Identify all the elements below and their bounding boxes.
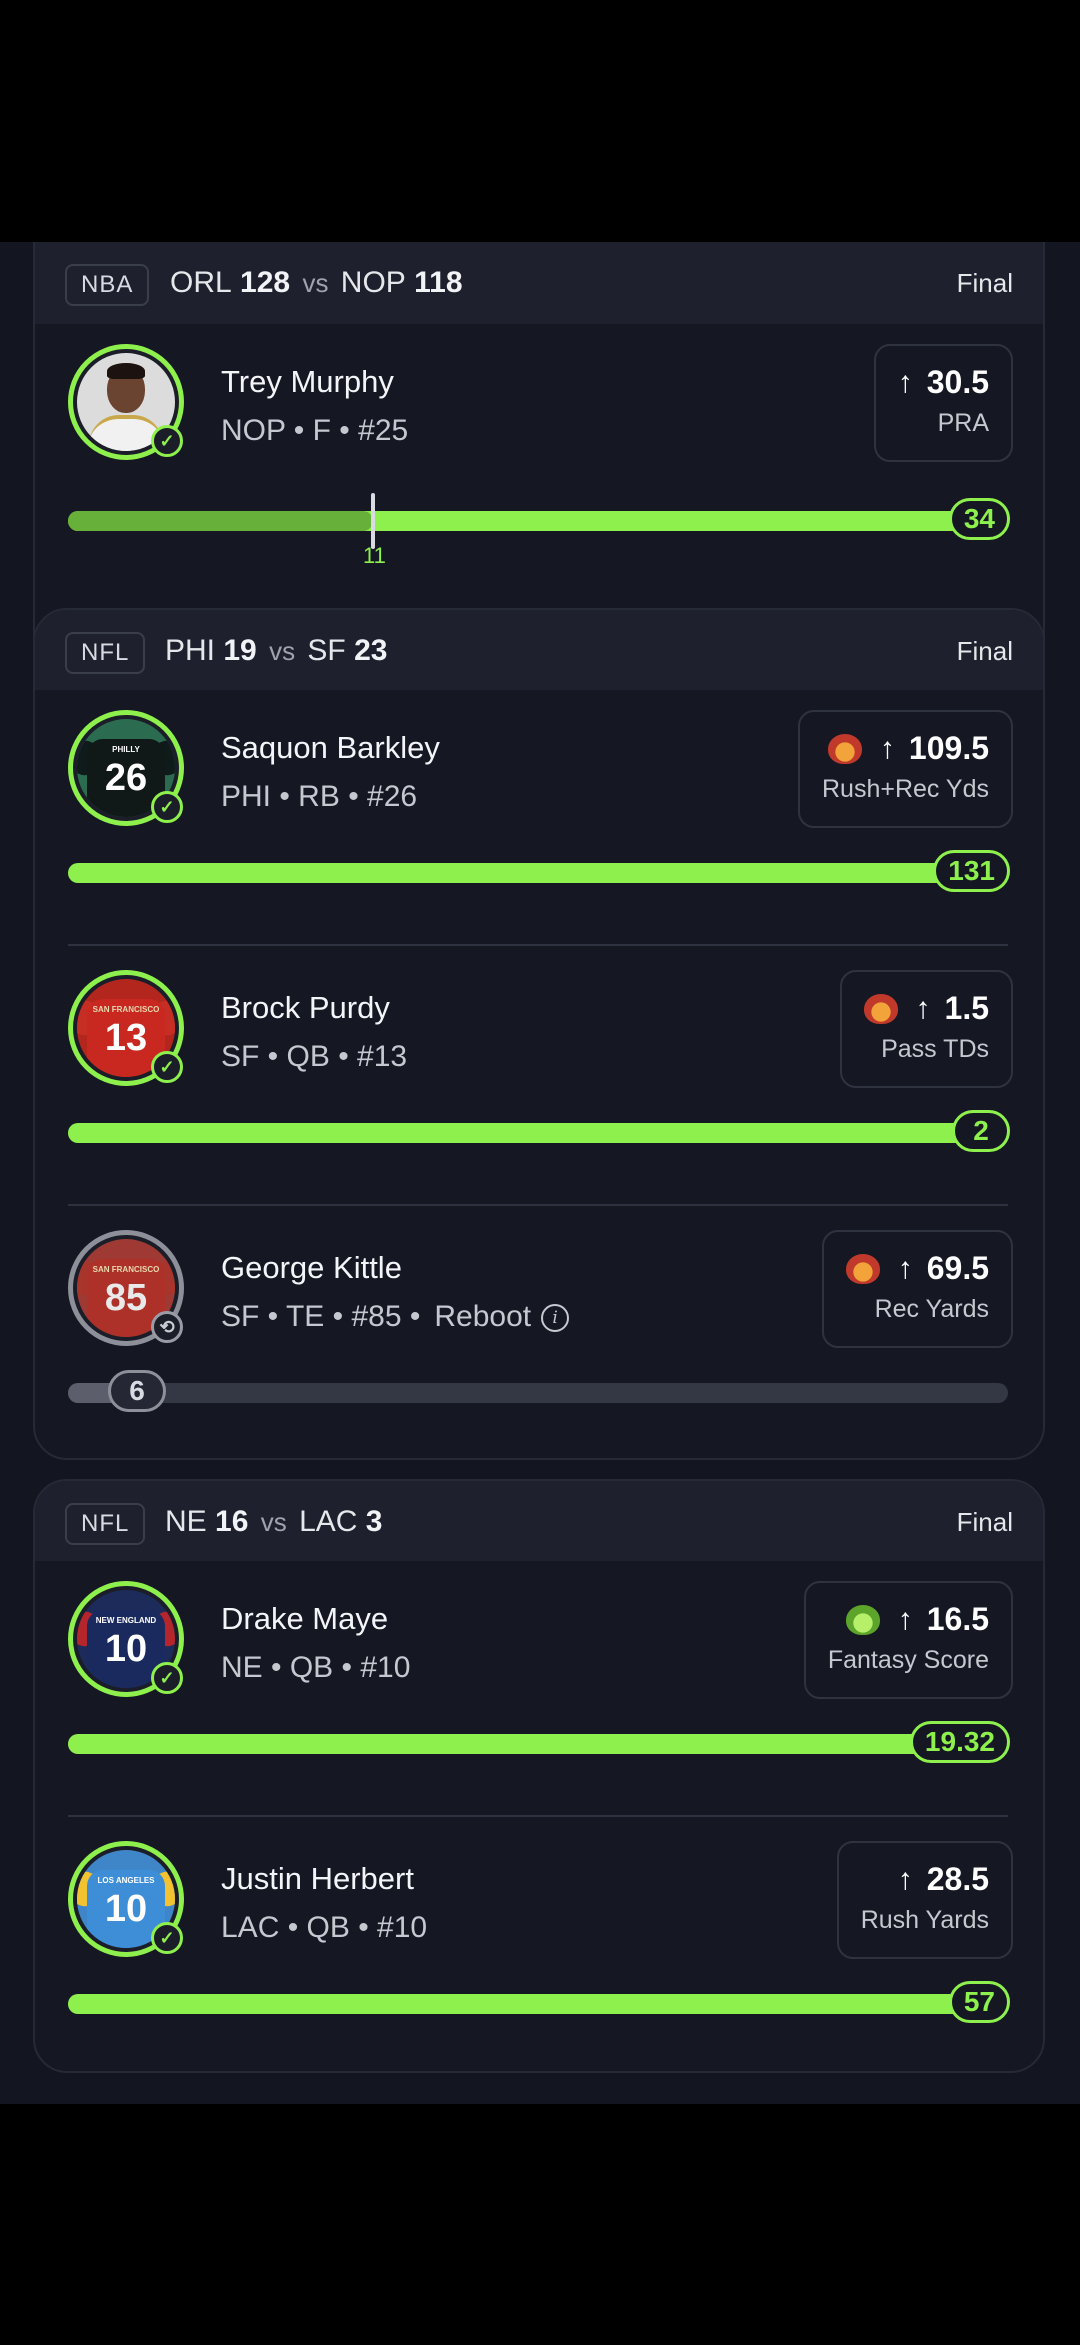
matchup: ORL 128 vs NOP 118 xyxy=(170,266,463,299)
arrow-up-icon: ↑ xyxy=(897,1251,913,1285)
player-meta: SF • QB • #13 xyxy=(221,1040,408,1073)
player-meta: NOP • F • #25 xyxy=(221,414,409,447)
progress-track: 2 xyxy=(68,1110,1010,1152)
game-status: Final xyxy=(956,636,1013,666)
divider xyxy=(68,1204,1008,1206)
avatar: SAN FRANCISCO 13 ✓ xyxy=(68,970,184,1086)
player-meta: NE • QB • #10 xyxy=(221,1651,411,1684)
progress-fill xyxy=(68,863,1008,883)
game-header: NBA ORL 128 vs NOP 118 Final xyxy=(35,242,1043,324)
pick-line-box[interactable]: ↑ 109.5 Rush+Rec Yds xyxy=(798,710,1013,828)
matchup: PHI 19 vs SF 23 xyxy=(165,634,388,667)
progress-track: 6 xyxy=(68,1370,1008,1412)
check-icon: ✓ xyxy=(151,791,183,823)
player-name: Justin Herbert xyxy=(221,1861,414,1896)
stat-label: Rush+Rec Yds xyxy=(822,775,989,803)
pick-line-box[interactable]: ↑ 16.5 Fantasy Score xyxy=(803,1581,1013,1699)
info-icon[interactable]: i xyxy=(541,1304,570,1333)
league-badge: NBA xyxy=(65,264,150,306)
player-name: Drake Maye xyxy=(221,1601,389,1636)
avatar: SAN FRANCISCO 85 ⟲ xyxy=(68,1230,184,1346)
arrow-up-icon: ↑ xyxy=(897,1602,913,1636)
line-value: 28.5 xyxy=(926,1861,989,1897)
screen: NBA ORL 128 vs NOP 118 Final ✓ Trey Murp… xyxy=(0,242,1080,2104)
stat-label: Fantasy Score xyxy=(827,1646,989,1674)
player-name: Trey Murphy xyxy=(221,364,394,399)
player-meta: PHI • RB • #26 xyxy=(221,780,418,813)
demon-icon xyxy=(863,993,898,1024)
pick-line-box[interactable]: ↑ 1.5 Pass TDs xyxy=(839,970,1013,1088)
pick-line-box[interactable]: ↑ 28.5 Rush Yards xyxy=(836,1841,1013,1959)
player-row[interactable]: PHILLY 26 ✓ Saquon Barkley PHI • RB • #2… xyxy=(35,690,1043,948)
progress-marker xyxy=(371,493,375,549)
game-status: Final xyxy=(956,268,1013,298)
result-value: 131 xyxy=(933,850,1010,892)
check-icon: ✓ xyxy=(151,1922,183,1954)
stat-label: Pass TDs xyxy=(881,1035,989,1063)
league-badge: NFL xyxy=(65,632,146,674)
player-name: Saquon Barkley xyxy=(221,730,440,765)
progress-track: 19.32 xyxy=(68,1721,1010,1763)
line-value: 109.5 xyxy=(908,730,989,766)
reboot-label: Reboot xyxy=(434,1300,532,1333)
demon-icon xyxy=(827,733,862,764)
player-meta: LAC • QB • #10 xyxy=(221,1911,428,1944)
marker-label: 11 xyxy=(363,543,386,568)
divider xyxy=(68,1815,1008,1817)
matchup: NE 16 vs LAC 3 xyxy=(165,1505,383,1538)
line-value: 69.5 xyxy=(926,1250,989,1286)
demon-icon xyxy=(845,1253,880,1284)
stat-label: Rec Yards xyxy=(874,1295,989,1323)
avatar: NEW ENGLAND 10 ✓ xyxy=(68,1581,184,1697)
progress-fill-before-marker xyxy=(68,511,373,531)
check-icon: ✓ xyxy=(151,1051,183,1083)
progress-fill xyxy=(68,1123,1008,1143)
player-meta: SF • TE • #85 • Reboot i xyxy=(221,1300,570,1334)
check-icon: ✓ xyxy=(151,425,183,457)
progress-track: 57 xyxy=(68,1981,1010,2023)
pick-line-box[interactable]: ↑ 69.5 Rec Yards xyxy=(821,1230,1013,1348)
arrow-up-icon: ↑ xyxy=(897,1862,913,1896)
avatar: PHILLY 26 ✓ xyxy=(68,710,184,826)
player-row[interactable]: SAN FRANCISCO 85 ⟲ George Kittle SF • TE… xyxy=(35,1210,1043,1458)
league-badge: NFL xyxy=(65,1503,146,1545)
result-value: 19.32 xyxy=(909,1721,1010,1763)
reboot-icon: ⟲ xyxy=(151,1311,183,1343)
divider xyxy=(68,944,1008,946)
player-name: Brock Purdy xyxy=(221,990,390,1025)
line-value: 16.5 xyxy=(926,1601,989,1637)
result-value: 2 xyxy=(952,1110,1010,1152)
result-value: 34 xyxy=(948,498,1010,540)
player-row[interactable]: SAN FRANCISCO 13 ✓ Brock Purdy SF • QB •… xyxy=(35,950,1043,1208)
pick-line-box[interactable]: ↑ 30.5 PRA xyxy=(873,344,1013,462)
result-value: 6 xyxy=(108,1370,166,1412)
game-card-nfl[interactable]: NFL NE 16 vs LAC 3 Final NEW ENGLAND 10 … xyxy=(33,1479,1045,2073)
avatar: LOS ANGELES 10 ✓ xyxy=(68,1841,184,1957)
line-value: 30.5 xyxy=(926,364,989,400)
arrow-up-icon: ↑ xyxy=(897,365,913,399)
game-card-nfl[interactable]: NFL PHI 19 vs SF 23 Final PHILLY 26 ✓ Sa… xyxy=(33,608,1045,1460)
player-row[interactable]: ✓ Trey Murphy NOP • F • #25 ↑ 30.5 PRA 11… xyxy=(35,324,1043,582)
stat-label: Rush Yards xyxy=(860,1906,989,1934)
arrow-up-icon: ↑ xyxy=(915,991,931,1025)
stat-label: PRA xyxy=(937,409,989,437)
game-status: Final xyxy=(956,1507,1013,1537)
progress-fill xyxy=(68,1994,1008,2014)
game-header: NFL NE 16 vs LAC 3 Final xyxy=(35,1481,1043,1561)
game-header: NFL PHI 19 vs SF 23 Final xyxy=(35,610,1043,690)
progress-track: 131 xyxy=(68,850,1010,892)
arrow-up-icon: ↑ xyxy=(879,731,895,765)
player-row[interactable]: LOS ANGELES 10 ✓ Justin Herbert LAC • QB… xyxy=(35,1821,1043,2071)
player-row[interactable]: NEW ENGLAND 10 ✓ Drake Maye NE • QB • #1… xyxy=(35,1561,1043,1819)
result-value: 57 xyxy=(948,1981,1010,2023)
progress-track: 11 34 xyxy=(68,493,1010,568)
player-name: George Kittle xyxy=(221,1250,402,1285)
goblin-icon xyxy=(845,1604,880,1635)
avatar: ✓ xyxy=(68,344,184,460)
line-value: 1.5 xyxy=(944,990,989,1026)
check-icon: ✓ xyxy=(151,1662,183,1694)
progress-fill xyxy=(68,1734,1008,1754)
